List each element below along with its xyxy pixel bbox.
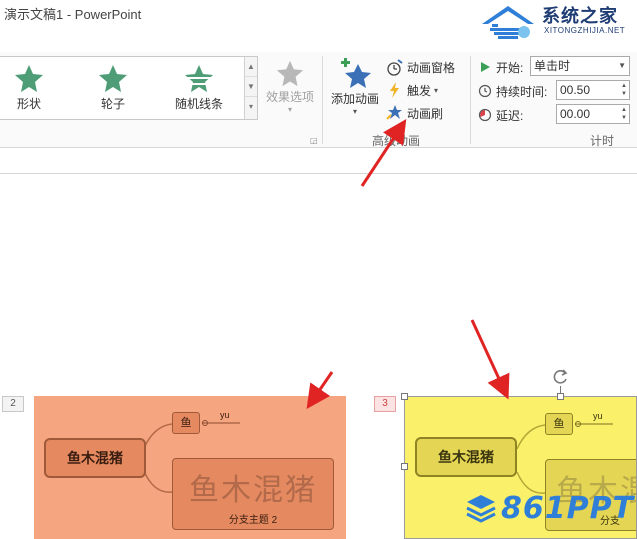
effect-label: 随机线条 bbox=[174, 97, 223, 111]
chevron-down-icon: ▾ bbox=[287, 105, 292, 114]
effect-random-bars[interactable]: 随机线条 bbox=[164, 63, 234, 115]
spinner-arrows-icon[interactable]: ▲ ▼ bbox=[621, 82, 627, 98]
add-animation-label: 添加动画 bbox=[330, 92, 379, 106]
rotate-handle-stem bbox=[560, 386, 561, 394]
slide-number: 2 bbox=[2, 396, 24, 412]
delay-label: 延迟: bbox=[496, 108, 524, 123]
duration-row: 持续时间: bbox=[478, 80, 547, 102]
resize-handle[interactable] bbox=[401, 393, 408, 400]
duration-label: 持续时间: bbox=[496, 84, 548, 99]
main-topic: 鱼木混猪 bbox=[415, 437, 517, 477]
resize-handle[interactable] bbox=[401, 463, 408, 470]
start-value: 单击时 bbox=[534, 59, 571, 73]
start-label: 开始: bbox=[496, 60, 524, 75]
rotate-handle-icon[interactable] bbox=[552, 368, 570, 386]
animation-painter-button[interactable]: 动画刷 bbox=[386, 102, 443, 124]
clock-icon bbox=[478, 84, 492, 98]
gallery-more-icon[interactable]: ▾ bbox=[245, 97, 257, 117]
site-watermark: 系统之家 XITONGZHIJIA.NET bbox=[478, 2, 637, 42]
delay-clock-icon bbox=[478, 108, 492, 122]
trigger-label: 触发 bbox=[407, 83, 432, 98]
start-dropdown[interactable]: 单击时 ▼ bbox=[530, 56, 630, 76]
effect-label: 形状 bbox=[16, 97, 41, 111]
duration-spinner[interactable]: 00.50 ▲ ▼ bbox=[556, 80, 630, 100]
window-title: 演示文稿1 - PowerPoint bbox=[4, 7, 142, 22]
animation-effects-gallery: 形状 轮子 随机线条 ▲ ▼ ▾ bbox=[0, 56, 258, 120]
topic-note: yu bbox=[220, 410, 230, 420]
delay-spinner[interactable]: 00.00 ▲ ▼ bbox=[556, 104, 630, 124]
star-icon bbox=[15, 65, 43, 92]
watermark-brand: 系统之家 bbox=[542, 6, 618, 27]
effect-label: 轮子 bbox=[100, 97, 125, 111]
resize-handle[interactable] bbox=[557, 393, 564, 400]
watermark-text: 861PPT bbox=[501, 490, 635, 526]
animation-pane-button[interactable]: 动画窗格 bbox=[386, 56, 455, 78]
slide-thumbnail-2[interactable]: 鱼木混猪 鱼 yu 鱼木混猪 分支主题 2 bbox=[34, 396, 346, 539]
add-animation-button[interactable]: 添加动画 ▾ bbox=[326, 58, 384, 116]
topic-note: yu bbox=[593, 411, 603, 421]
animations-ribbon: 形状 轮子 随机线条 ▲ ▼ ▾ 效果选项 ▾ ◲ 添加动画 ▾ 动画窗格 触发… bbox=[0, 52, 637, 148]
chevron-down-icon: ▾ bbox=[434, 85, 439, 95]
house-logo-icon bbox=[482, 6, 534, 39]
add-star-icon bbox=[341, 58, 371, 88]
branch-big-text: 鱼木混猪 bbox=[189, 473, 317, 508]
branch-label: 分支主题 2 bbox=[228, 515, 278, 526]
animation-pane-label: 动画窗格 bbox=[407, 60, 456, 75]
effect-shape[interactable]: 形状 bbox=[0, 63, 64, 115]
animation-painter-icon bbox=[386, 105, 402, 120]
powerpoint-window: { "window": { "title": "演示文稿1 - PowerPoi… bbox=[0, 0, 637, 539]
dialog-launcher-icon[interactable]: ◲ bbox=[310, 136, 318, 145]
star-icon bbox=[99, 65, 127, 92]
layers-logo-icon bbox=[466, 495, 496, 523]
title-bar: 演示文稿1 - PowerPoint 系统之家 XITONGZHIJIA.NET bbox=[0, 0, 637, 52]
play-icon bbox=[481, 62, 490, 72]
animation-painter-label: 动画刷 bbox=[407, 106, 444, 121]
gallery-scrollbar[interactable]: ▲ ▼ ▾ bbox=[244, 57, 257, 119]
effect-options-label: 效果选项 bbox=[265, 90, 314, 104]
lightning-icon bbox=[390, 82, 399, 98]
group-divider bbox=[322, 56, 323, 144]
scroll-down-icon[interactable]: ▼ bbox=[245, 77, 257, 97]
scroll-up-icon[interactable]: ▲ bbox=[245, 57, 257, 77]
effect-options-button[interactable]: 效果选项 ▾ bbox=[262, 58, 318, 114]
advanced-animation-group-label: 高级动画 bbox=[372, 134, 421, 148]
animation-pane-icon bbox=[387, 59, 403, 76]
watermark-url: XITONGZHIJIA.NET bbox=[544, 26, 626, 35]
timing-group-label: 计时 bbox=[590, 134, 615, 148]
chevron-down-icon: ▾ bbox=[352, 107, 357, 116]
chevron-down-icon: ▼ bbox=[618, 61, 626, 70]
ribbon-sub-bar bbox=[0, 148, 637, 174]
child-topic: 鱼 bbox=[545, 413, 573, 435]
child-topic: 鱼 bbox=[172, 412, 200, 434]
arrow-to-slide-3 bbox=[470, 319, 510, 400]
start-row: 开始: bbox=[478, 56, 523, 78]
slide-number: 3 bbox=[374, 396, 396, 412]
ppt-watermark: 861PPT bbox=[465, 488, 637, 528]
star-icon bbox=[276, 60, 304, 87]
branch-topic: 鱼木混猪 分支主题 2 bbox=[172, 458, 334, 530]
delay-row: 延迟: bbox=[478, 104, 523, 126]
spinner-arrows-icon[interactable]: ▲ ▼ bbox=[621, 106, 627, 122]
delay-value: 00.00 bbox=[560, 107, 591, 121]
group-divider bbox=[470, 56, 471, 144]
trigger-button[interactable]: 触发 ▾ bbox=[386, 79, 438, 101]
striped-star-icon bbox=[183, 65, 215, 92]
main-topic: 鱼木混猪 bbox=[44, 438, 146, 478]
effect-wheel[interactable]: 轮子 bbox=[78, 63, 148, 115]
duration-value: 00.50 bbox=[560, 83, 591, 97]
